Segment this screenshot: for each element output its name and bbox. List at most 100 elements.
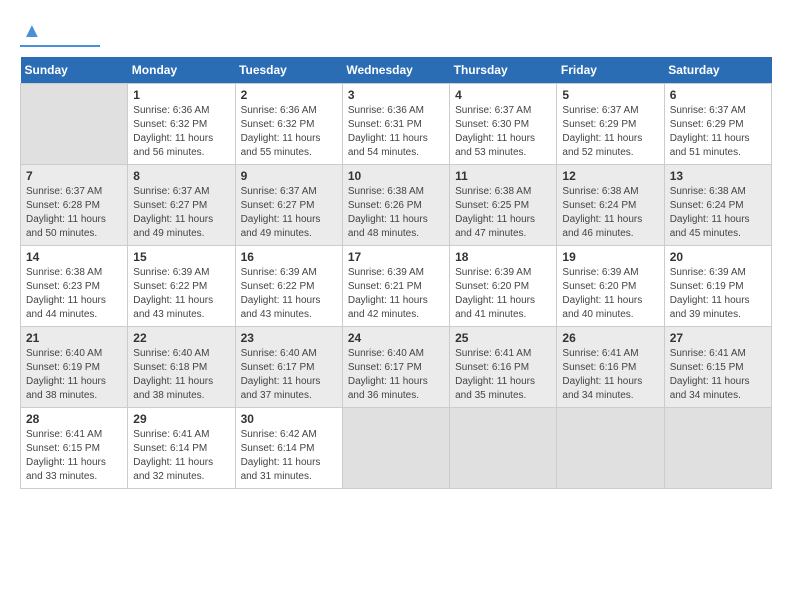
- calendar-cell: 23 Sunrise: 6:40 AM Sunset: 6:17 PM Dayli…: [235, 327, 342, 408]
- calendar-cell: 17 Sunrise: 6:39 AM Sunset: 6:21 PM Dayli…: [342, 246, 449, 327]
- day-number: 22: [133, 331, 229, 345]
- calendar-cell: 3 Sunrise: 6:36 AM Sunset: 6:31 PM Daylig…: [342, 84, 449, 165]
- header-thursday: Thursday: [450, 57, 557, 84]
- day-number: 18: [455, 250, 551, 264]
- day-number: 15: [133, 250, 229, 264]
- calendar-cell: 24 Sunrise: 6:40 AM Sunset: 6:17 PM Dayli…: [342, 327, 449, 408]
- day-number: 25: [455, 331, 551, 345]
- day-info: Sunrise: 6:40 AM Sunset: 6:18 PM Dayligh…: [133, 347, 229, 403]
- day-number: 5: [562, 88, 658, 102]
- calendar-cell: [450, 408, 557, 489]
- day-info: Sunrise: 6:37 AM Sunset: 6:28 PM Dayligh…: [26, 185, 122, 241]
- day-number: 29: [133, 412, 229, 426]
- calendar-cell: 22 Sunrise: 6:40 AM Sunset: 6:18 PM Dayli…: [128, 327, 235, 408]
- day-info: Sunrise: 6:39 AM Sunset: 6:19 PM Dayligh…: [670, 266, 766, 322]
- day-number: 11: [455, 169, 551, 183]
- day-number: 1: [133, 88, 229, 102]
- calendar-cell: 8 Sunrise: 6:37 AM Sunset: 6:27 PM Daylig…: [128, 165, 235, 246]
- day-info: Sunrise: 6:39 AM Sunset: 6:21 PM Dayligh…: [348, 266, 444, 322]
- day-number: 8: [133, 169, 229, 183]
- header-friday: Friday: [557, 57, 664, 84]
- calendar-cell: 1 Sunrise: 6:36 AM Sunset: 6:32 PM Daylig…: [128, 84, 235, 165]
- header-monday: Monday: [128, 57, 235, 84]
- day-info: Sunrise: 6:39 AM Sunset: 6:22 PM Dayligh…: [133, 266, 229, 322]
- day-number: 23: [241, 331, 337, 345]
- day-info: Sunrise: 6:37 AM Sunset: 6:27 PM Dayligh…: [133, 185, 229, 241]
- day-number: 13: [670, 169, 766, 183]
- day-number: 16: [241, 250, 337, 264]
- day-number: 28: [26, 412, 122, 426]
- calendar-cell: [21, 84, 128, 165]
- calendar-cell: 10Sunrise: 6:38 AM Sunset: 6:26 PM Dayli…: [342, 165, 449, 246]
- day-number: 14: [26, 250, 122, 264]
- calendar-week-row: 21 Sunrise: 6:40 AM Sunset: 6:19 PM Dayli…: [21, 327, 772, 408]
- day-number: 21: [26, 331, 122, 345]
- calendar-cell: 9 Sunrise: 6:37 AM Sunset: 6:27 PM Daylig…: [235, 165, 342, 246]
- calendar-cell: 18 Sunrise: 6:39 AM Sunset: 6:20 PM Dayli…: [450, 246, 557, 327]
- day-number: 27: [670, 331, 766, 345]
- day-info: Sunrise: 6:40 AM Sunset: 6:17 PM Dayligh…: [348, 347, 444, 403]
- calendar-cell: 21 Sunrise: 6:40 AM Sunset: 6:19 PM Dayli…: [21, 327, 128, 408]
- calendar-cell: 28Sunrise: 6:41 AM Sunset: 6:15 PM Dayli…: [21, 408, 128, 489]
- day-info: Sunrise: 6:36 AM Sunset: 6:32 PM Dayligh…: [133, 104, 229, 160]
- calendar-cell: [342, 408, 449, 489]
- header-sunday: Sunday: [21, 57, 128, 84]
- calendar-cell: 20 Sunrise: 6:39 AM Sunset: 6:19 PM Dayli…: [664, 246, 771, 327]
- calendar-cell: 16 Sunrise: 6:39 AM Sunset: 6:22 PM Dayli…: [235, 246, 342, 327]
- calendar-table: SundayMondayTuesdayWednesdayThursdayFrid…: [20, 57, 772, 489]
- day-info: Sunrise: 6:37 AM Sunset: 6:27 PM Dayligh…: [241, 185, 337, 241]
- day-info: Sunrise: 6:36 AM Sunset: 6:31 PM Dayligh…: [348, 104, 444, 160]
- day-info: Sunrise: 6:37 AM Sunset: 6:29 PM Dayligh…: [562, 104, 658, 160]
- calendar-week-row: 28Sunrise: 6:41 AM Sunset: 6:15 PM Dayli…: [21, 408, 772, 489]
- calendar-cell: 14 Sunrise: 6:38 AM Sunset: 6:23 PM Dayli…: [21, 246, 128, 327]
- day-number: 20: [670, 250, 766, 264]
- calendar-cell: 29 Sunrise: 6:41 AM Sunset: 6:14 PM Dayli…: [128, 408, 235, 489]
- day-number: 24: [348, 331, 444, 345]
- day-number: 3: [348, 88, 444, 102]
- day-info: Sunrise: 6:39 AM Sunset: 6:20 PM Dayligh…: [455, 266, 551, 322]
- day-info: Sunrise: 6:39 AM Sunset: 6:22 PM Dayligh…: [241, 266, 337, 322]
- day-number: 19: [562, 250, 658, 264]
- day-info: Sunrise: 6:40 AM Sunset: 6:17 PM Dayligh…: [241, 347, 337, 403]
- calendar-week-row: 1 Sunrise: 6:36 AM Sunset: 6:32 PM Daylig…: [21, 84, 772, 165]
- page-header: ▲: [20, 20, 772, 47]
- day-info: Sunrise: 6:38 AM Sunset: 6:24 PM Dayligh…: [562, 185, 658, 241]
- day-info: Sunrise: 6:37 AM Sunset: 6:29 PM Dayligh…: [670, 104, 766, 160]
- calendar-cell: 11Sunrise: 6:38 AM Sunset: 6:25 PM Dayli…: [450, 165, 557, 246]
- calendar-cell: 30 Sunrise: 6:42 AM Sunset: 6:14 PM Dayli…: [235, 408, 342, 489]
- day-number: 4: [455, 88, 551, 102]
- calendar-cell: 12Sunrise: 6:38 AM Sunset: 6:24 PM Dayli…: [557, 165, 664, 246]
- day-number: 9: [241, 169, 337, 183]
- calendar-cell: 26Sunrise: 6:41 AM Sunset: 6:16 PM Dayli…: [557, 327, 664, 408]
- day-number: 17: [348, 250, 444, 264]
- day-info: Sunrise: 6:36 AM Sunset: 6:32 PM Dayligh…: [241, 104, 337, 160]
- day-info: Sunrise: 6:41 AM Sunset: 6:16 PM Dayligh…: [455, 347, 551, 403]
- day-info: Sunrise: 6:38 AM Sunset: 6:23 PM Dayligh…: [26, 266, 122, 322]
- day-number: 30: [241, 412, 337, 426]
- calendar-cell: [557, 408, 664, 489]
- calendar-cell: 25 Sunrise: 6:41 AM Sunset: 6:16 PM Dayli…: [450, 327, 557, 408]
- logo-bird-icon: ▲: [22, 20, 42, 43]
- day-number: 6: [670, 88, 766, 102]
- day-info: Sunrise: 6:39 AM Sunset: 6:20 PM Dayligh…: [562, 266, 658, 322]
- calendar-cell: 4 Sunrise: 6:37 AM Sunset: 6:30 PM Daylig…: [450, 84, 557, 165]
- day-info: Sunrise: 6:41 AM Sunset: 6:14 PM Dayligh…: [133, 428, 229, 484]
- header-saturday: Saturday: [664, 57, 771, 84]
- day-info: Sunrise: 6:37 AM Sunset: 6:30 PM Dayligh…: [455, 104, 551, 160]
- calendar-cell: 27 Sunrise: 6:41 AM Sunset: 6:15 PM Dayli…: [664, 327, 771, 408]
- day-info: Sunrise: 6:42 AM Sunset: 6:14 PM Dayligh…: [241, 428, 337, 484]
- day-number: 2: [241, 88, 337, 102]
- day-number: 10: [348, 169, 444, 183]
- logo: ▲: [20, 20, 100, 47]
- day-info: Sunrise: 6:41 AM Sunset: 6:16 PM Dayligh…: [562, 347, 658, 403]
- calendar-cell: 5 Sunrise: 6:37 AM Sunset: 6:29 PM Daylig…: [557, 84, 664, 165]
- calendar-week-row: 7 Sunrise: 6:37 AM Sunset: 6:28 PM Daylig…: [21, 165, 772, 246]
- calendar-cell: [664, 408, 771, 489]
- header-tuesday: Tuesday: [235, 57, 342, 84]
- calendar-cell: 19 Sunrise: 6:39 AM Sunset: 6:20 PM Dayli…: [557, 246, 664, 327]
- day-info: Sunrise: 6:40 AM Sunset: 6:19 PM Dayligh…: [26, 347, 122, 403]
- header-wednesday: Wednesday: [342, 57, 449, 84]
- day-number: 7: [26, 169, 122, 183]
- day-info: Sunrise: 6:41 AM Sunset: 6:15 PM Dayligh…: [670, 347, 766, 403]
- calendar-cell: 2 Sunrise: 6:36 AM Sunset: 6:32 PM Daylig…: [235, 84, 342, 165]
